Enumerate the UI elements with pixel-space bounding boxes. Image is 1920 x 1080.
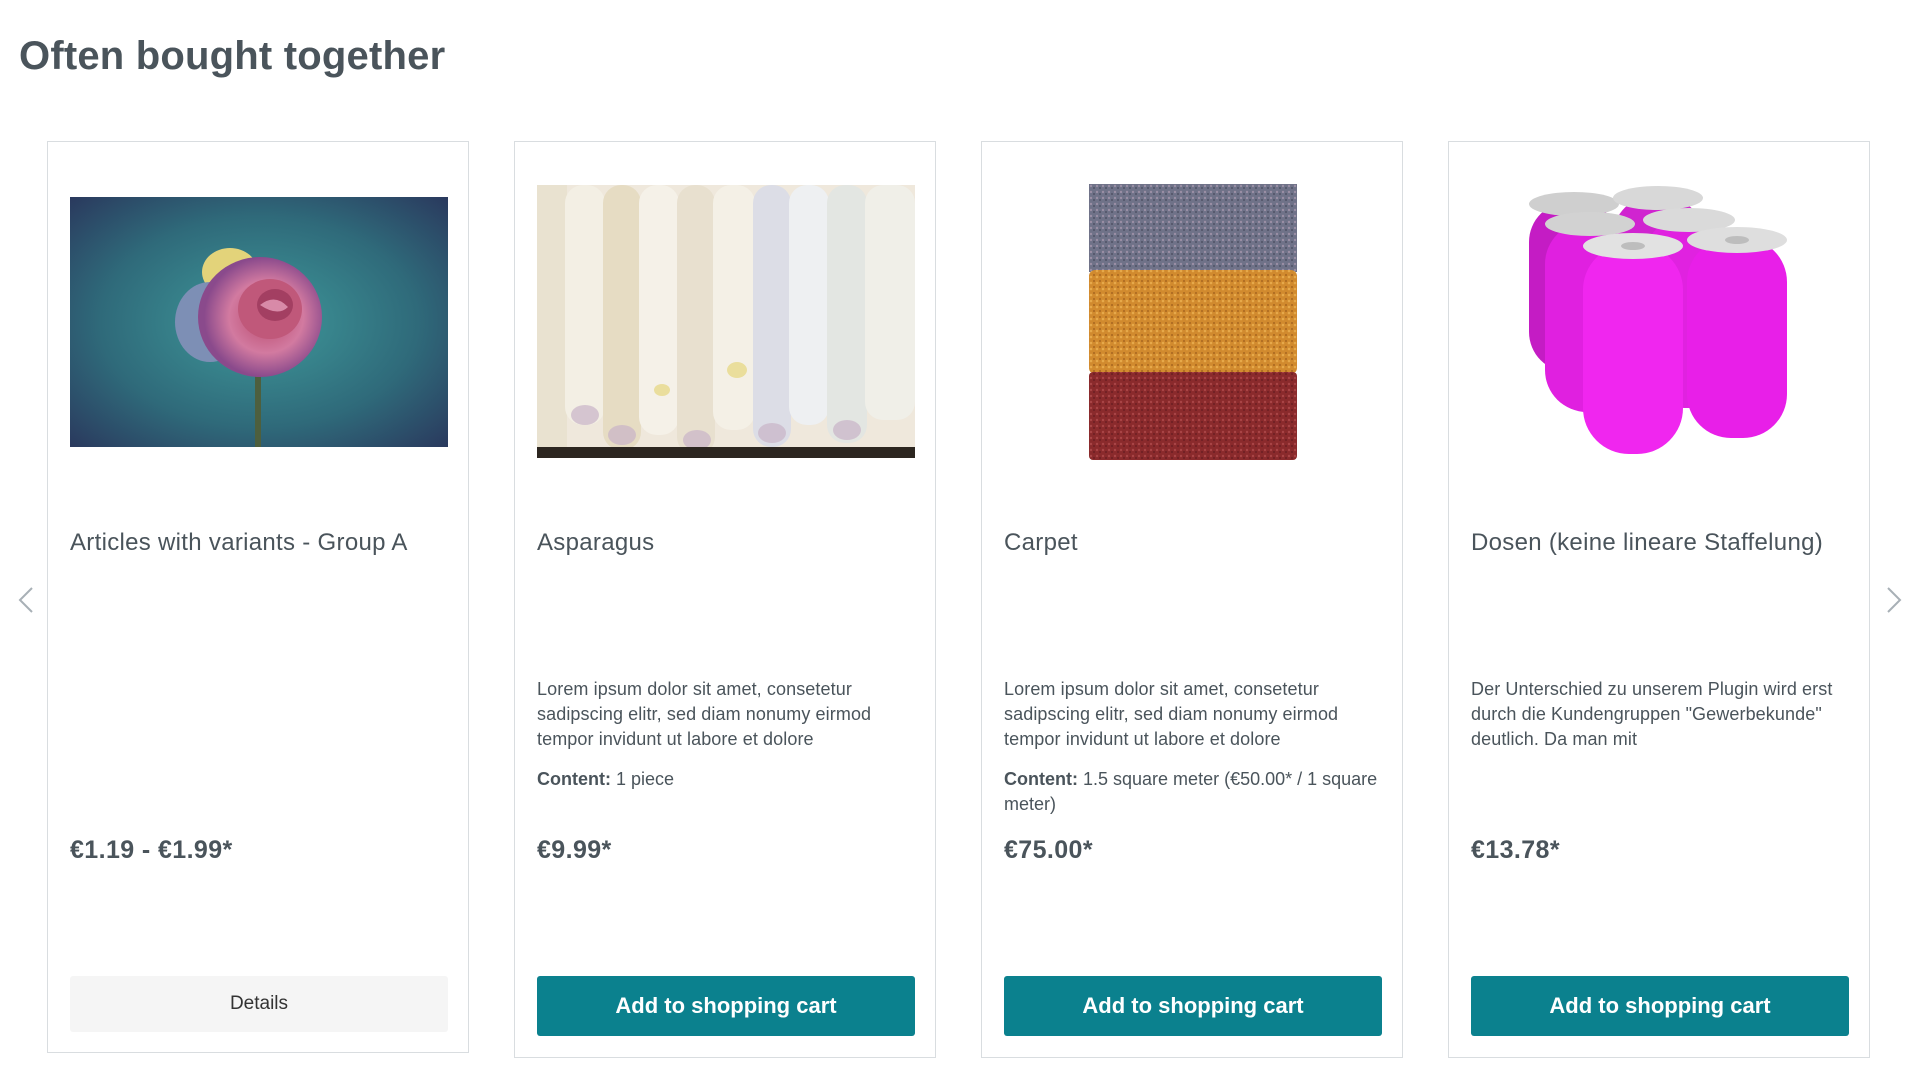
product-name[interactable]: Asparagus (537, 528, 922, 558)
content-label: Content: (537, 769, 611, 789)
asparagus-image (537, 185, 915, 458)
product-card: Asparagus Lorem ipsum dolor sit amet, co… (514, 141, 936, 1058)
add-to-cart-button[interactable]: Add to shopping cart (1004, 976, 1382, 1036)
carousel-prev-button[interactable] (12, 580, 42, 620)
product-name[interactable]: Articles with variants - Group A (70, 528, 455, 558)
rose-image (70, 197, 448, 447)
content-value: 1 piece (616, 769, 675, 789)
product-image[interactable] (70, 197, 448, 447)
product-content: Content: 1 piece (537, 767, 922, 792)
product-description: Lorem ipsum dolor sit amet, consetetur s… (537, 679, 872, 749)
product-price: €9.99* (537, 836, 612, 864)
product-description: Lorem ipsum dolor sit amet, consetetur s… (1004, 679, 1339, 749)
carousel-next-button[interactable] (1878, 580, 1908, 620)
cans-image (1529, 186, 1787, 454)
product-image[interactable] (1089, 184, 1297, 460)
product-card: Articles with variants - Group A €1.19 -… (47, 141, 469, 1053)
product-price: €1.19 - €1.99* (70, 836, 233, 864)
product-price: €13.78* (1471, 836, 1560, 864)
product-image[interactable] (1523, 182, 1797, 462)
product-content: Content: 1.5 square meter (€50.00* / 1 s… (1004, 767, 1389, 817)
add-to-cart-button[interactable]: Add to shopping cart (1471, 976, 1849, 1036)
details-button[interactable]: Details (70, 976, 448, 1032)
add-to-cart-button[interactable]: Add to shopping cart (537, 976, 915, 1036)
section-title: Often bought together (19, 34, 446, 78)
chevron-left-icon (18, 587, 33, 613)
chevron-right-icon (1887, 587, 1902, 613)
product-card: Dosen (keine lineare Staffelung) Der Unt… (1448, 141, 1870, 1058)
content-label: Content: (1004, 769, 1078, 789)
product-name[interactable]: Carpet (1004, 528, 1389, 558)
product-name[interactable]: Dosen (keine lineare Staffelung) (1471, 528, 1856, 558)
carpet-image (1089, 184, 1297, 460)
product-price: €75.00* (1004, 836, 1093, 864)
product-image[interactable] (537, 185, 915, 458)
product-description: Der Unterschied zu unserem Plugin wird e… (1471, 679, 1833, 749)
product-card: Carpet Lorem ipsum dolor sit amet, conse… (981, 141, 1403, 1058)
